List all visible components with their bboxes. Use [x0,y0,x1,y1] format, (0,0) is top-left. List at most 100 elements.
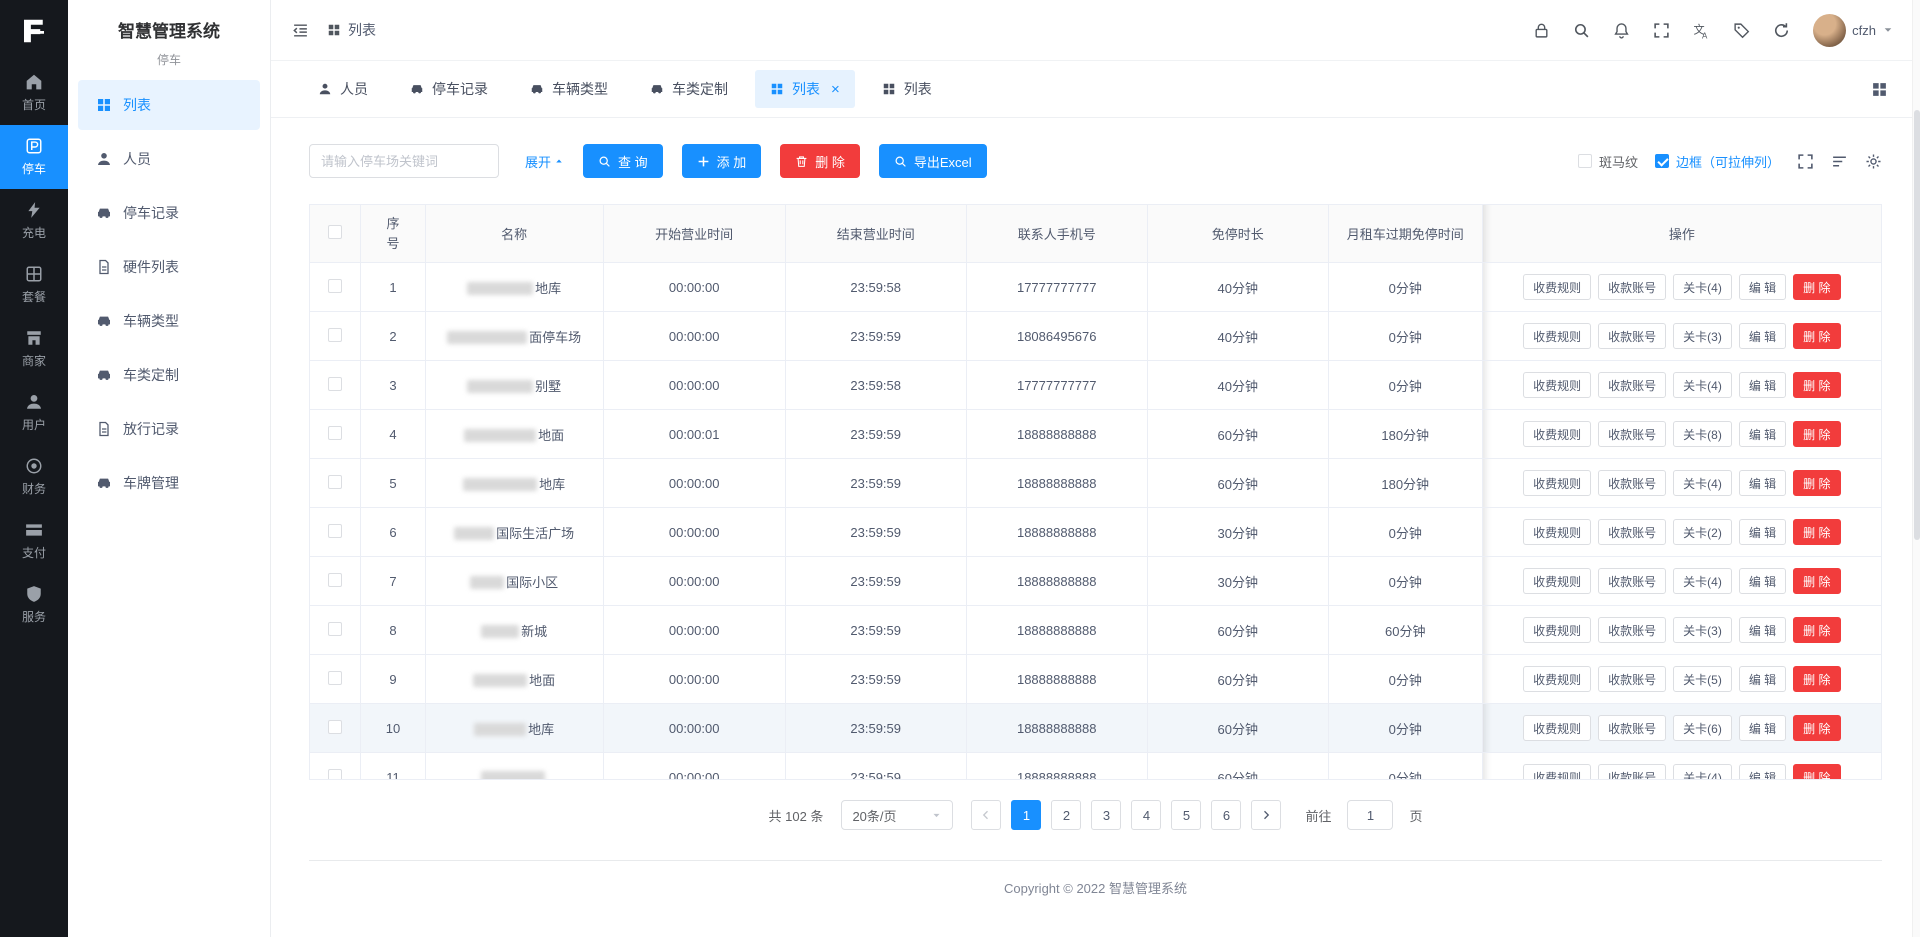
edit-button[interactable]: 编 辑 [1739,764,1786,780]
fullscreen-table-icon[interactable] [1797,153,1814,170]
edit-button[interactable]: 编 辑 [1739,470,1786,496]
rail-item-package[interactable]: 套餐 [0,253,68,317]
rail-item-shop[interactable]: 商家 [0,317,68,381]
edit-button[interactable]: 编 辑 [1739,421,1786,447]
payment-account-button[interactable]: 收款账号 [1598,568,1666,594]
payment-account-button[interactable]: 收款账号 [1598,666,1666,692]
goto-page-input[interactable] [1347,800,1393,830]
tab-4[interactable]: 车类定制 [635,70,743,108]
gates-button[interactable]: 关卡(4) [1673,470,1732,496]
edit-button[interactable]: 编 辑 [1739,617,1786,643]
row-checkbox[interactable] [328,377,342,391]
rail-item-pay[interactable]: 支付 [0,509,68,573]
page-scrollbar[interactable] [1912,0,1920,937]
rail-item-home[interactable]: 首页 [0,61,68,125]
delete-row-button[interactable]: 删 除 [1793,764,1840,780]
gates-button[interactable]: 关卡(2) [1673,519,1732,545]
page-button-2[interactable]: 2 [1051,800,1081,830]
delete-row-button[interactable]: 删 除 [1793,372,1840,398]
gates-button[interactable]: 关卡(4) [1673,764,1732,780]
delete-button[interactable]: 删 除 [780,144,860,178]
row-checkbox[interactable] [328,573,342,587]
refresh-icon[interactable] [1773,22,1790,39]
bell-icon[interactable] [1613,22,1630,39]
row-checkbox[interactable] [328,524,342,538]
gates-button[interactable]: 关卡(6) [1673,715,1732,741]
fee-rules-button[interactable]: 收费规则 [1523,372,1591,398]
app-logo[interactable] [0,0,68,61]
fee-rules-button[interactable]: 收费规则 [1523,764,1591,780]
rail-item-charge[interactable]: 充电 [0,189,68,253]
delete-row-button[interactable]: 删 除 [1793,470,1840,496]
fee-rules-button[interactable]: 收费规则 [1523,323,1591,349]
row-checkbox[interactable] [328,671,342,685]
fee-rules-button[interactable]: 收费规则 [1523,421,1591,447]
column-settings-icon[interactable] [1831,153,1848,170]
translate-icon[interactable]: 文A [1693,22,1710,39]
row-checkbox[interactable] [328,769,342,781]
sidebar-item-8[interactable]: 车牌管理 [78,458,260,508]
next-page-button[interactable] [1251,800,1281,830]
zebra-checkbox[interactable] [1578,154,1592,168]
payment-account-button[interactable]: 收款账号 [1598,274,1666,300]
fee-rules-button[interactable]: 收费规则 [1523,666,1591,692]
fee-rules-button[interactable]: 收费规则 [1523,274,1591,300]
delete-row-button[interactable]: 删 除 [1793,274,1840,300]
row-checkbox[interactable] [328,720,342,734]
page-size-select[interactable]: 20条/页 [841,800,953,830]
gates-button[interactable]: 关卡(4) [1673,372,1732,398]
tab-3[interactable]: 车辆类型 [515,70,623,108]
search-icon[interactable] [1573,22,1590,39]
edit-button[interactable]: 编 辑 [1739,568,1786,594]
row-checkbox[interactable] [328,279,342,293]
scrollbar-thumb[interactable] [1914,110,1920,540]
delete-row-button[interactable]: 删 除 [1793,617,1840,643]
tag-icon[interactable] [1733,22,1750,39]
rail-item-user[interactable]: 用户 [0,381,68,445]
fee-rules-button[interactable]: 收费规则 [1523,617,1591,643]
page-button-5[interactable]: 5 [1171,800,1201,830]
fee-rules-button[interactable]: 收费规则 [1523,568,1591,594]
sidebar-item-2[interactable]: 人员 [78,134,260,184]
sidebar-item-6[interactable]: 车类定制 [78,350,260,400]
sidebar-item-4[interactable]: 硬件列表 [78,242,260,292]
fee-rules-button[interactable]: 收费规则 [1523,519,1591,545]
delete-row-button[interactable]: 删 除 [1793,519,1840,545]
tab-options-icon[interactable] [1871,81,1888,98]
sidebar-item-1[interactable]: 列表 [78,80,260,130]
query-button[interactable]: 查 询 [583,144,663,178]
select-all-checkbox[interactable] [328,225,342,239]
row-checkbox[interactable] [328,622,342,636]
gates-button[interactable]: 关卡(4) [1673,274,1732,300]
prev-page-button[interactable] [971,800,1001,830]
gates-button[interactable]: 关卡(4) [1673,568,1732,594]
row-checkbox[interactable] [328,328,342,342]
border-checkbox[interactable] [1655,154,1669,168]
collapse-sidebar-button[interactable] [287,17,313,43]
tab-close-icon[interactable]: × [831,82,840,97]
zebra-stripe-toggle[interactable]: 斑马纹 [1578,152,1638,171]
gates-button[interactable]: 关卡(8) [1673,421,1732,447]
fullscreen-icon[interactable] [1653,22,1670,39]
payment-account-button[interactable]: 收款账号 [1598,372,1666,398]
payment-account-button[interactable]: 收款账号 [1598,421,1666,447]
rail-item-service[interactable]: 服务 [0,573,68,637]
payment-account-button[interactable]: 收款账号 [1598,764,1666,780]
export-excel-button[interactable]: 导出Excel [879,144,987,178]
sidebar-item-5[interactable]: 车辆类型 [78,296,260,346]
delete-row-button[interactable]: 删 除 [1793,715,1840,741]
expand-filters-link[interactable]: 展开 [525,152,564,171]
payment-account-button[interactable]: 收款账号 [1598,470,1666,496]
delete-row-button[interactable]: 删 除 [1793,666,1840,692]
lock-icon[interactable] [1533,22,1550,39]
gates-button[interactable]: 关卡(5) [1673,666,1732,692]
edit-button[interactable]: 编 辑 [1739,274,1786,300]
edit-button[interactable]: 编 辑 [1739,323,1786,349]
payment-account-button[interactable]: 收款账号 [1598,519,1666,545]
tab-5[interactable]: 列表× [755,70,855,108]
delete-row-button[interactable]: 删 除 [1793,323,1840,349]
delete-row-button[interactable]: 删 除 [1793,568,1840,594]
fee-rules-button[interactable]: 收费规则 [1523,715,1591,741]
page-button-4[interactable]: 4 [1131,800,1161,830]
gates-button[interactable]: 关卡(3) [1673,617,1732,643]
